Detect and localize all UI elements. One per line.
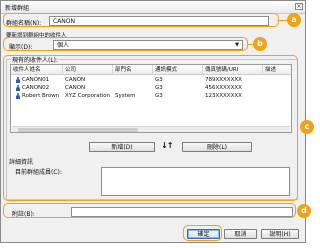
close-icon[interactable]: ×	[295, 3, 303, 10]
cancel-button[interactable]: 取消	[224, 229, 257, 239]
window-title: 新增群組	[5, 5, 30, 12]
highlight-d	[3, 203, 296, 218]
highlight-ok	[183, 225, 222, 241]
callout-line-a	[279, 20, 287, 21]
callout-c-badge: c	[300, 120, 314, 134]
callout-d-badge: d	[297, 204, 311, 218]
highlight-b	[3, 37, 248, 51]
highlight-a	[3, 13, 279, 27]
highlight-c	[3, 55, 298, 201]
callout-b-badge: b	[253, 37, 267, 51]
help-button[interactable]: 說明(H)	[261, 229, 299, 239]
callout-a-badge: a	[287, 13, 301, 27]
